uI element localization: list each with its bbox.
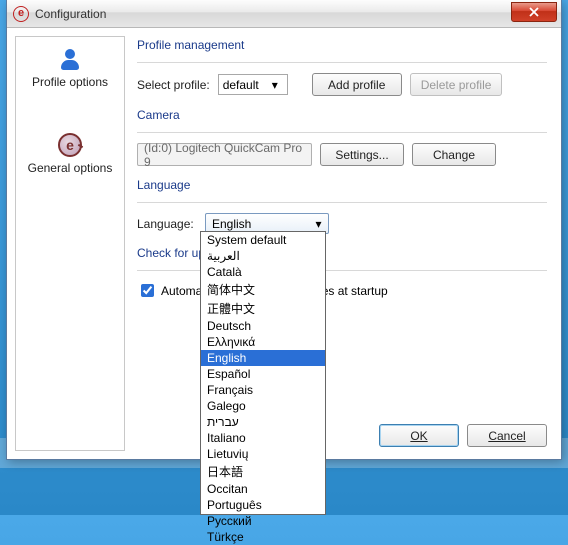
language-option[interactable]: Português	[201, 497, 325, 513]
group-profile-management: Profile management Select profile: defau…	[137, 38, 547, 96]
language-option[interactable]: Ελληνικά	[201, 334, 325, 350]
sidebar-item-general-options[interactable]: General options	[16, 121, 124, 183]
dialog-footer: OK Cancel	[379, 424, 547, 447]
camera-device-field: (Id:0) Logitech QuickCam Pro 9	[137, 143, 312, 166]
close-button[interactable]	[511, 2, 557, 22]
close-icon	[529, 7, 539, 17]
language-label: Language:	[137, 217, 197, 231]
language-option[interactable]: Català	[201, 264, 325, 280]
sidebar-item-label: General options	[20, 161, 120, 175]
group-language: Language Language: English ▾	[137, 178, 547, 234]
group-updates: Check for updates Automati tes at startu…	[137, 246, 547, 300]
group-title: Camera	[137, 108, 547, 122]
group-title: Language	[137, 178, 547, 192]
window-title: Configuration	[35, 7, 511, 21]
language-option[interactable]: Español	[201, 366, 325, 382]
language-option[interactable]: Français	[201, 382, 325, 398]
language-option[interactable]: 日本語	[201, 462, 325, 481]
camera-change-button[interactable]: Change	[412, 143, 496, 166]
cancel-button[interactable]: Cancel	[467, 424, 547, 447]
language-option[interactable]: System default	[201, 232, 325, 248]
language-option[interactable]: English	[201, 350, 325, 366]
main-panel: Profile management Select profile: defau…	[125, 28, 561, 459]
sidebar-item-label: Profile options	[20, 75, 120, 89]
language-option[interactable]: Italiano	[201, 430, 325, 446]
group-title: Check for updates	[137, 246, 547, 260]
language-option[interactable]: Lietuvių	[201, 446, 325, 462]
ok-button[interactable]: OK	[379, 424, 459, 447]
add-profile-button[interactable]: Add profile	[312, 73, 402, 96]
language-option[interactable]: עברית	[201, 414, 325, 430]
auto-update-label-after: tes at startup	[318, 284, 387, 298]
language-dropdown[interactable]: System defaultالعربيةCatalà简体中文正體中文Deuts…	[200, 231, 326, 515]
sidebar: Profile options General options	[15, 36, 125, 451]
camera-settings-button[interactable]: Settings...	[320, 143, 404, 166]
app-icon	[13, 6, 29, 22]
profile-select[interactable]: default ▾	[218, 74, 288, 95]
chevron-down-icon: ▾	[267, 78, 283, 92]
language-option[interactable]: Occitan	[201, 481, 325, 497]
language-option[interactable]: 简体中文	[201, 280, 325, 299]
general-icon	[58, 133, 82, 157]
language-option[interactable]: Galego	[201, 398, 325, 414]
delete-profile-button: Delete profile	[410, 73, 503, 96]
group-title: Profile management	[137, 38, 547, 52]
language-option[interactable]: Русский	[201, 513, 325, 529]
language-option[interactable]: 正體中文	[201, 299, 325, 318]
group-camera: Camera (Id:0) Logitech QuickCam Pro 9 Se…	[137, 108, 547, 166]
select-profile-label: Select profile:	[137, 78, 210, 92]
titlebar: Configuration	[7, 0, 561, 28]
auto-update-checkbox[interactable]	[141, 284, 154, 297]
profile-select-value: default	[223, 78, 259, 92]
language-option[interactable]: Türkçe	[201, 529, 325, 545]
language-select-value: English	[212, 217, 251, 231]
person-icon	[59, 49, 81, 71]
chevron-down-icon: ▾	[311, 216, 326, 231]
sidebar-item-profile-options[interactable]: Profile options	[16, 37, 124, 97]
language-option[interactable]: العربية	[201, 248, 325, 264]
language-option[interactable]: Deutsch	[201, 318, 325, 334]
